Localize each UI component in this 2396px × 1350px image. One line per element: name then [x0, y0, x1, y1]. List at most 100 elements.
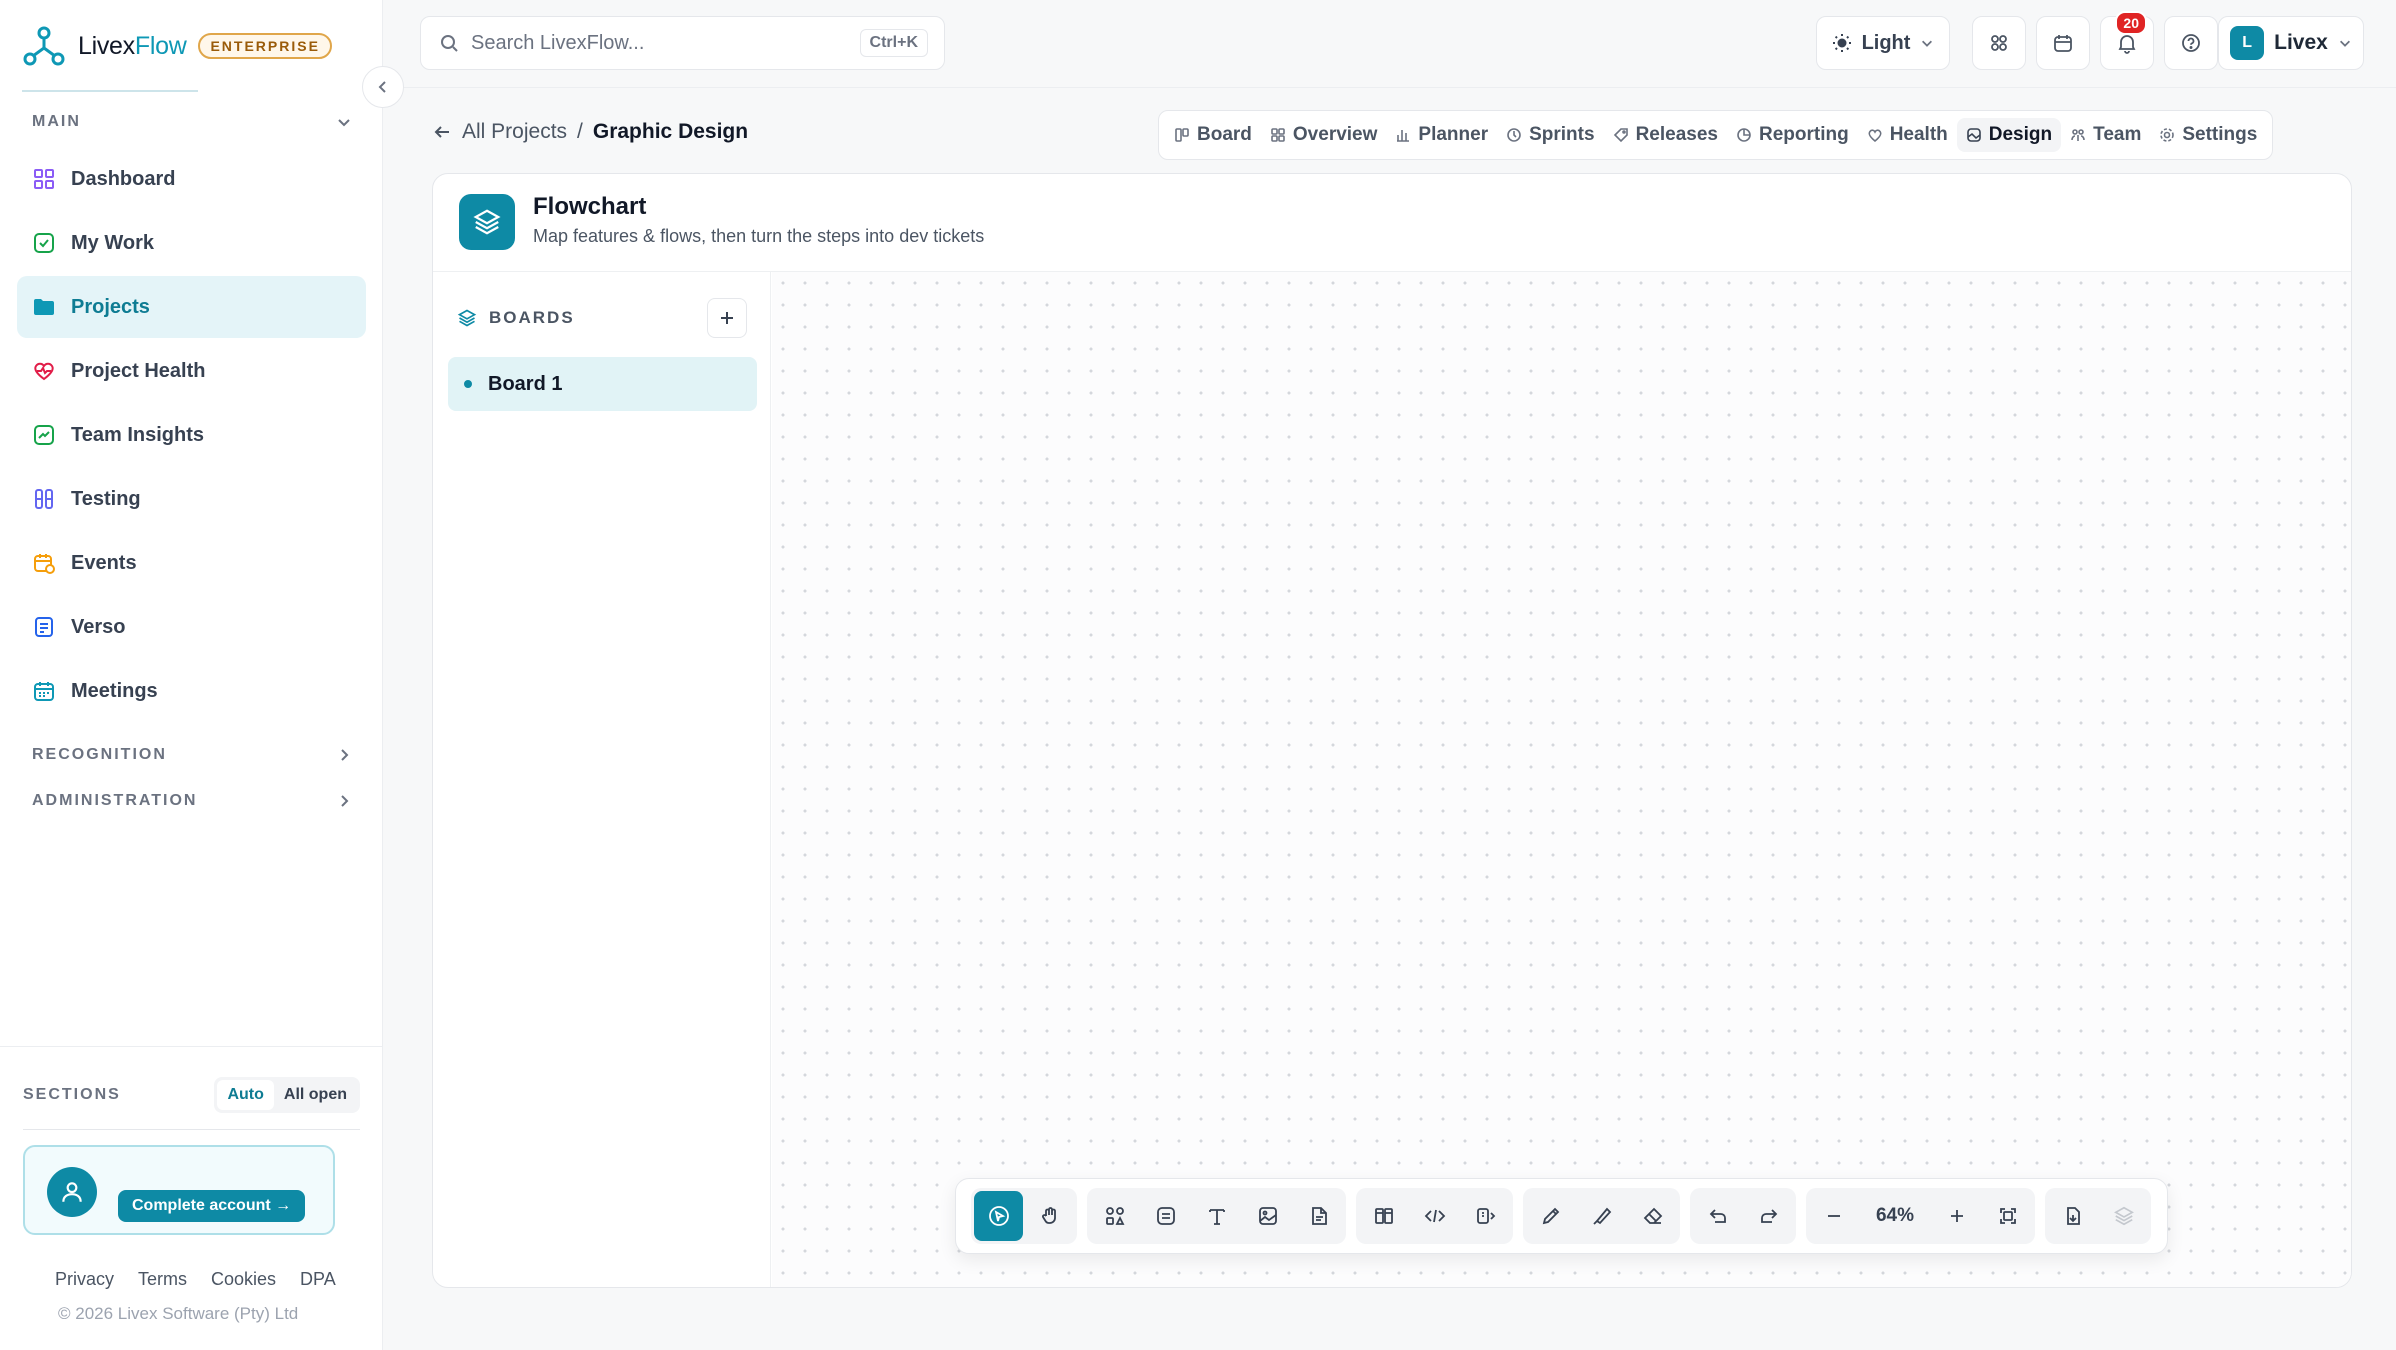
search-placeholder: Search LivexFlow...	[471, 31, 645, 54]
cursor-icon	[988, 1206, 1009, 1226]
calendar-icon	[31, 678, 57, 704]
pen-tool-button[interactable]	[1526, 1191, 1575, 1241]
code-tool-button[interactable]	[1410, 1191, 1459, 1241]
cookies-link[interactable]: Cookies	[211, 1269, 276, 1290]
sidebar-item-team-insights[interactable]: Team Insights	[17, 404, 366, 466]
heart-pulse-icon	[31, 358, 57, 384]
layers-button[interactable]	[2099, 1191, 2148, 1241]
collapse-sidebar-button[interactable]	[362, 66, 404, 108]
code-icon	[1424, 1209, 1445, 1223]
recognition-section-header[interactable]: RECOGNITION	[32, 746, 352, 764]
sidebar-item-verso[interactable]: Verso	[17, 596, 366, 658]
theme-select[interactable]: Light	[1816, 16, 1950, 70]
undo-button[interactable]	[1693, 1191, 1742, 1241]
sidebar: LivexFlow ENTERPRISE MAIN Dashboard My W…	[0, 0, 383, 1350]
flowchart-header: Flowchart Map features & flows, then tur…	[433, 174, 2351, 272]
tab-settings[interactable]: Settings	[2150, 118, 2266, 152]
tab-planner[interactable]: Planner	[1386, 118, 1497, 152]
fit-to-screen-button[interactable]	[1983, 1191, 2032, 1241]
highlighter-tool-button[interactable]	[1577, 1191, 1626, 1241]
calendar-button[interactable]	[2036, 16, 2090, 70]
embed-tool-button[interactable]	[1461, 1191, 1510, 1241]
highlighter-icon	[1592, 1207, 1611, 1225]
sections-all-open-option[interactable]: All open	[274, 1080, 357, 1110]
search-input[interactable]: Search LivexFlow... Ctrl+K	[420, 16, 945, 70]
sidebar-item-project-health[interactable]: Project Health	[17, 340, 366, 402]
sidebar-item-dashboard[interactable]: Dashboard	[17, 148, 366, 210]
tab-health[interactable]: Health	[1858, 118, 1957, 152]
sidebar-item-testing[interactable]: Testing	[17, 468, 366, 530]
user-avatar: L	[2230, 26, 2265, 60]
board-list-item[interactable]: Board 1	[448, 357, 757, 411]
tab-team[interactable]: Team	[2061, 118, 2150, 152]
tab-releases[interactable]: Releases	[1604, 118, 1727, 152]
tab-sprints[interactable]: Sprints	[1497, 118, 1603, 152]
grid-icon	[1271, 128, 1285, 142]
notifications-button[interactable]: 20	[2100, 11, 2154, 70]
help-icon	[2182, 34, 2200, 52]
dpa-link[interactable]: DPA	[300, 1269, 336, 1290]
palette-icon	[1966, 128, 1981, 142]
arrow-right-icon: →	[275, 1197, 292, 1214]
sticky-note-tool-button[interactable]	[1141, 1191, 1190, 1241]
flowchart-title: Flowchart	[533, 193, 647, 220]
apps-button[interactable]	[1972, 16, 2026, 70]
document-icon	[31, 614, 57, 640]
undo-icon	[1709, 1209, 1726, 1223]
administration-section-header[interactable]: ADMINISTRATION	[32, 792, 352, 810]
sidebar-item-my-work[interactable]: My Work	[17, 212, 366, 274]
tab-overview[interactable]: Overview	[1261, 118, 1387, 152]
pie-icon	[1737, 128, 1751, 142]
redo-button[interactable]	[1744, 1191, 1793, 1241]
design-canvas[interactable]	[772, 272, 2351, 1287]
tab-board[interactable]: Board	[1165, 118, 1261, 152]
toolbar-group-export	[2045, 1188, 2151, 1244]
zoom-in-button[interactable]	[1932, 1191, 1981, 1241]
folder-icon	[31, 294, 57, 320]
sidebar-nav: Dashboard My Work Projects Project Healt…	[17, 148, 366, 724]
tab-design[interactable]: Design	[1956, 118, 2062, 152]
note-icon	[1156, 1207, 1175, 1225]
brand[interactable]: LivexFlow ENTERPRISE	[22, 24, 332, 68]
shapes-tool-button[interactable]	[1090, 1191, 1139, 1241]
tab-reporting[interactable]: Reporting	[1727, 118, 1858, 152]
terms-link[interactable]: Terms	[138, 1269, 187, 1290]
complete-account-button[interactable]: Complete account →	[118, 1190, 306, 1222]
chevron-right-icon	[341, 795, 349, 807]
help-button[interactable]	[2164, 16, 2218, 70]
text-tool-button[interactable]	[1192, 1191, 1241, 1241]
chevron-right-icon	[341, 749, 349, 761]
breadcrumb-all-projects[interactable]: All Projects	[462, 120, 567, 144]
select-tool-button[interactable]	[974, 1191, 1023, 1241]
divider	[23, 1129, 360, 1130]
zoom-level[interactable]: 64%	[1860, 1205, 1930, 1227]
frame-icon	[1374, 1208, 1393, 1224]
complete-account-card: Complete account →	[23, 1145, 335, 1235]
main-section-header[interactable]: MAIN	[32, 113, 352, 131]
hand-tool-button[interactable]	[1025, 1191, 1074, 1241]
plus-icon	[721, 312, 733, 324]
brand-divider	[22, 90, 198, 92]
breadcrumb-separator: /	[577, 120, 583, 143]
privacy-link[interactable]: Privacy	[55, 1269, 114, 1290]
sidebar-item-events[interactable]: Events	[17, 532, 366, 594]
export-button[interactable]	[2048, 1191, 2097, 1241]
layers-icon	[2113, 1206, 2134, 1226]
user-menu[interactable]: L Livex	[2218, 16, 2364, 70]
toolbar-group-draw	[1523, 1188, 1680, 1244]
sidebar-item-meetings[interactable]: Meetings	[17, 660, 366, 722]
eraser-tool-button[interactable]	[1628, 1191, 1677, 1241]
sidebar-item-projects[interactable]: Projects	[17, 276, 366, 338]
image-tool-button[interactable]	[1243, 1191, 1292, 1241]
sections-auto-option[interactable]: Auto	[217, 1080, 274, 1110]
toolbar-group-zoom: 64%	[1806, 1188, 2035, 1244]
document-tool-button[interactable]	[1294, 1191, 1343, 1241]
check-square-icon	[31, 230, 57, 256]
toolbar-group-components	[1356, 1188, 1513, 1244]
add-board-button[interactable]	[707, 298, 747, 338]
zoom-out-button[interactable]	[1809, 1191, 1858, 1241]
sections-label: SECTIONS	[23, 1086, 121, 1103]
arrow-left-icon[interactable]	[432, 122, 452, 142]
breadcrumb: All Projects / Graphic Design	[432, 120, 748, 144]
frame-tool-button[interactable]	[1359, 1191, 1408, 1241]
